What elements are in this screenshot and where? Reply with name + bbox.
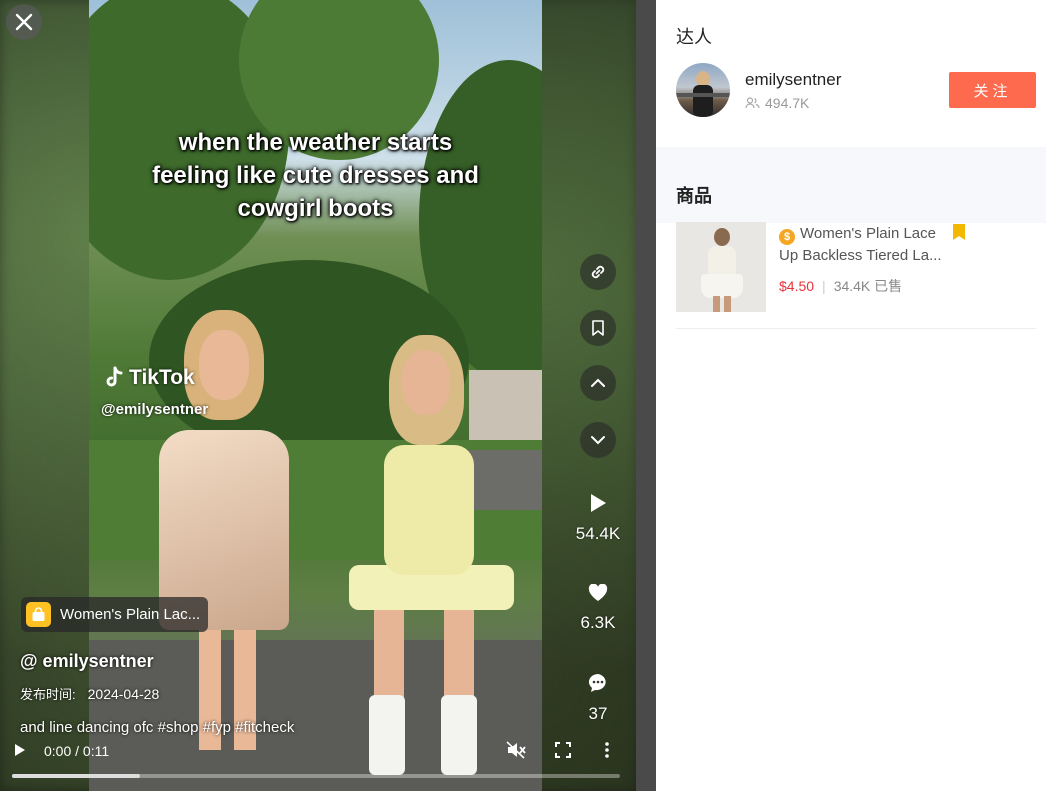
more-options-button[interactable]	[604, 741, 610, 764]
player-controls: 0:00 / 0:11	[0, 738, 636, 766]
play-icon	[591, 494, 606, 512]
playback-time: 0:00 / 0:11	[44, 743, 110, 759]
mute-icon	[506, 741, 526, 759]
play-icon	[15, 744, 25, 756]
publish-info: 发布时间: 2024-04-28	[20, 684, 159, 703]
caption-line: feeling like cute dresses and	[152, 162, 479, 189]
fullscreen-icon	[555, 742, 571, 758]
followers-icon	[745, 97, 760, 109]
follower-count: 494.7K	[745, 95, 809, 111]
separator: |	[822, 278, 826, 294]
product-sold-count: 34.4K 已售	[833, 278, 903, 294]
previous-video-button[interactable]	[580, 365, 616, 401]
product-price: $4.50	[779, 278, 815, 294]
close-button[interactable]	[6, 4, 42, 40]
mute-button[interactable]	[506, 741, 526, 764]
follow-button[interactable]: 关注	[949, 72, 1036, 108]
video-author[interactable]: @ emilysentner	[20, 651, 154, 672]
products-header-band	[656, 147, 1046, 223]
video-player: when the weather starts feeling like cut…	[0, 0, 636, 791]
like-count[interactable]: 6.3K	[566, 583, 630, 633]
product-bookmark-button[interactable]	[953, 224, 965, 245]
play-button[interactable]	[14, 743, 26, 762]
person-right	[329, 335, 519, 775]
detail-panel: 达人 emilysentner 494.7K 关注 商品 $ Women's Pl…	[656, 0, 1046, 791]
product-title[interactable]: $ Women's Plain Lace Up Backless Tiered L…	[779, 223, 944, 267]
heart-icon	[588, 583, 608, 601]
tiktok-watermark: TikTok	[103, 366, 195, 390]
video-description: and line dancing ofc #shop #fyp #fitchec…	[20, 719, 295, 736]
product-stats: $4.50 | 34.4K 已售	[779, 276, 902, 296]
shopping-bag-icon	[26, 602, 51, 627]
product-title-text: Women's Plain Lace Up Backless Tiered La…	[779, 225, 942, 264]
divider	[676, 328, 1036, 329]
play-count-value: 54.4K	[575, 524, 621, 543]
creator-section-title: 达人	[676, 27, 712, 47]
comment-count[interactable]: 37	[566, 673, 630, 724]
fullscreen-button[interactable]	[555, 742, 571, 763]
follower-count-value: 494.7K	[765, 95, 810, 111]
watermark-brand: TikTok	[129, 366, 195, 389]
publish-label: 发布时间:	[20, 687, 76, 702]
caption-line: cowgirl boots	[237, 195, 394, 222]
progress-fill	[12, 774, 140, 778]
next-video-button[interactable]	[580, 422, 616, 458]
video-caption: when the weather starts feeling like cut…	[89, 126, 542, 225]
comment-icon	[588, 673, 606, 692]
bookmark-icon	[592, 320, 604, 336]
product-pill-label: Women's Plain Lac...	[60, 606, 201, 623]
link-icon	[591, 265, 605, 279]
watermark-handle: @emilysentner	[101, 401, 209, 418]
comment-count-value: 37	[588, 704, 608, 723]
caption-line: when the weather starts	[178, 129, 453, 156]
play-count[interactable]: 54.4K	[566, 493, 630, 544]
product-image[interactable]	[676, 222, 766, 312]
progress-bar[interactable]	[12, 774, 620, 778]
close-icon	[15, 13, 33, 31]
like-count-value: 6.3K	[580, 613, 616, 632]
creator-username[interactable]: emilysentner	[745, 70, 841, 90]
more-icon	[605, 742, 609, 758]
product-link-pill[interactable]: Women's Plain Lac...	[21, 597, 208, 632]
bookmark-icon	[953, 224, 965, 240]
shop-coin-icon: $	[779, 229, 795, 245]
copy-link-button[interactable]	[580, 254, 616, 290]
background-page-strip	[636, 0, 656, 791]
chevron-down-icon	[591, 436, 605, 445]
products-section-title: 商品	[676, 186, 712, 206]
video-frame[interactable]: when the weather starts feeling like cut…	[89, 0, 542, 791]
publish-date: 2024-04-28	[87, 686, 160, 702]
avatar[interactable]	[676, 63, 730, 117]
chevron-up-icon	[591, 378, 605, 387]
tiktok-note-icon	[106, 366, 123, 387]
bookmark-button[interactable]	[580, 310, 616, 346]
